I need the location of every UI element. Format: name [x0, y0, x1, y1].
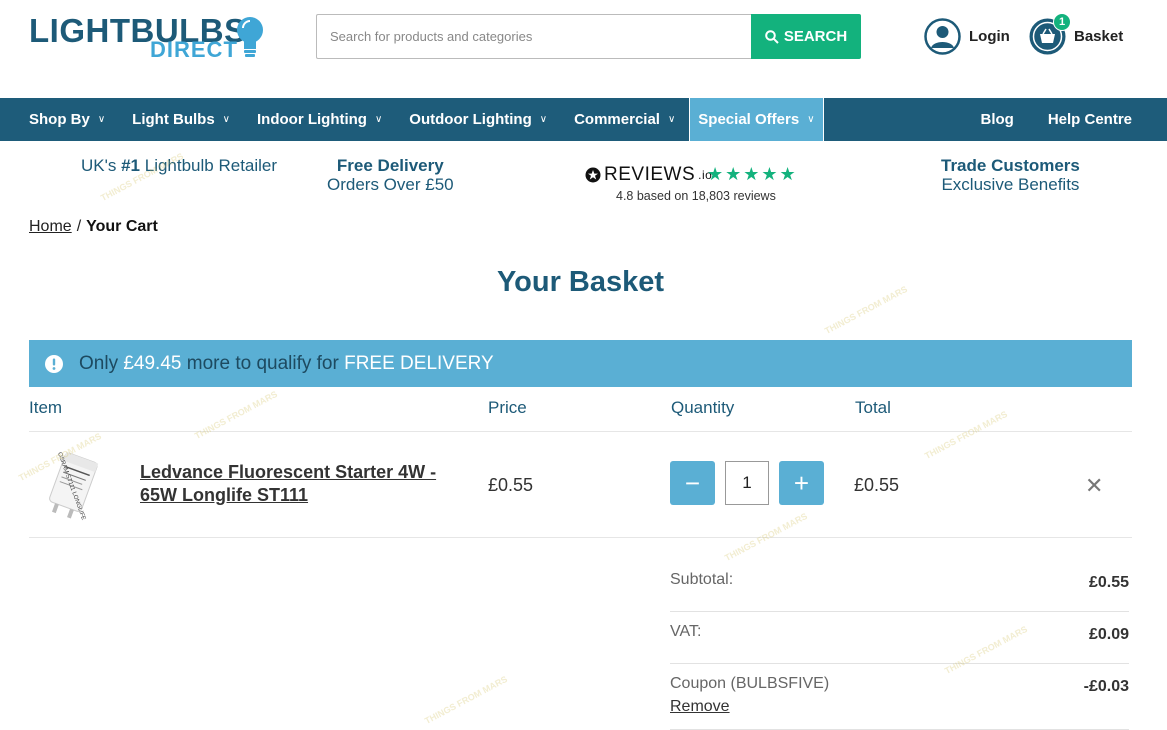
- coupon-label: Coupon (BULBSFIVE): [670, 675, 830, 692]
- site-header: LIGHTBULBS DIRECT SEARCH Login: [0, 0, 1167, 98]
- vat-label: VAT:: [670, 623, 702, 640]
- usp-trade-title: Trade Customers: [941, 156, 1080, 175]
- nav-special-offers-label: Special Offers: [698, 111, 800, 128]
- reviews-summary: 4.8 based on 18,803 reviews: [616, 189, 776, 203]
- reviews-brand: REVIEWS .io: [585, 164, 712, 186]
- main-nav: Shop By ∨ Light Bulbs ∨ Indoor Lighting ∨ O…: [0, 98, 1167, 141]
- usp-retailer-bold: #1: [121, 156, 141, 175]
- logo-line2: DIRECT: [150, 37, 238, 62]
- usp-delivery-title: Free Delivery: [336, 156, 444, 175]
- chevron-down-icon: ∨: [374, 114, 383, 125]
- usp-trade-sub: Exclusive Benefits: [941, 175, 1080, 194]
- increase-quantity-button[interactable]: +: [779, 461, 824, 505]
- rating-stars: ★★★★★: [707, 164, 798, 184]
- item-price: £0.55: [488, 475, 534, 495]
- nav-light-bulbs[interactable]: Light Bulbs ∨: [132, 98, 230, 141]
- product-thumbnail[interactable]: OSRAM ST111 LONGLIFE: [33, 448, 111, 524]
- breadcrumb: Home / Your Cart: [29, 218, 158, 236]
- basket-icon-wrap: 1: [1029, 13, 1071, 55]
- quantity-input[interactable]: [725, 461, 769, 505]
- usp-trade[interactable]: Trade Customers Exclusive Benefits: [941, 156, 1080, 194]
- exclamation-icon: [45, 354, 63, 373]
- search-button-label: SEARCH: [783, 28, 848, 45]
- watermark: THINGS FROM MARS: [423, 673, 509, 727]
- subtotal-label: Subtotal:: [670, 571, 734, 588]
- item-total: £0.55: [854, 475, 900, 495]
- product-name-line1: Ledvance Fluorescent Starter 4W -: [140, 462, 437, 482]
- coupon-value: -£0.03: [1083, 678, 1129, 695]
- search-button[interactable]: SEARCH: [751, 14, 861, 59]
- chevron-down-icon: ∨: [539, 114, 548, 125]
- notice-pre: Only: [79, 352, 124, 374]
- basket-link[interactable]: 1 Basket: [1029, 13, 1124, 55]
- usp-retailer-post: Lightbulb Retailer: [140, 156, 278, 175]
- notice-mid: more to qualify for: [181, 352, 345, 374]
- nav-shop-by-label: Shop By: [29, 111, 90, 128]
- login-link[interactable]: Login: [924, 18, 1010, 55]
- nav-special-offers[interactable]: Special Offers ∨: [689, 98, 824, 141]
- nav-help-centre[interactable]: Help Centre: [1048, 98, 1132, 141]
- chevron-down-icon: ∨: [222, 114, 230, 125]
- product-name-link[interactable]: Ledvance Fluorescent Starter 4W - 65W Lo…: [140, 461, 470, 507]
- site-logo[interactable]: LIGHTBULBS DIRECT: [29, 14, 264, 62]
- lightbulb-icon: [237, 17, 263, 57]
- star-badge-icon: [585, 167, 601, 183]
- reviews-brand-text: REVIEWS: [604, 164, 696, 185]
- decrease-quantity-button[interactable]: −: [670, 461, 715, 505]
- usp-retailer: UK's #1 Lightbulb Retailer: [81, 156, 277, 176]
- remove-item-close-icon[interactable]: ✕: [1085, 473, 1103, 499]
- chevron-down-icon: ∨: [807, 114, 815, 125]
- usp-retailer-pre: UK's: [81, 156, 122, 175]
- search-input[interactable]: [316, 14, 752, 59]
- nav-right: Blog Help Centre: [980, 98, 1132, 141]
- notice-free: FREE DELIVERY: [344, 352, 494, 374]
- order-summary: Subtotal: £0.55 VAT: £0.09 Coupon (BULBS…: [670, 560, 1129, 730]
- breadcrumb-current: Your Cart: [86, 218, 158, 235]
- nav-outdoor-lighting-label: Outdoor Lighting: [409, 111, 532, 128]
- column-quantity: Quantity: [671, 398, 735, 417]
- divider: [29, 537, 1132, 538]
- vat-value: £0.09: [1088, 626, 1129, 643]
- nav-light-bulbs-label: Light Bulbs: [132, 111, 215, 128]
- subtotal-value: £0.55: [1088, 574, 1129, 591]
- breadcrumb-separator: /: [76, 218, 82, 235]
- notice-amount: £49.45: [123, 352, 182, 374]
- nav-indoor-lighting-label: Indoor Lighting: [257, 111, 367, 128]
- usp-delivery-sub: Orders Over £50: [327, 175, 454, 194]
- nav-shop-by[interactable]: Shop By ∨: [29, 98, 105, 141]
- chevron-down-icon: ∨: [667, 114, 676, 125]
- nav-commercial[interactable]: Commercial ∨: [574, 98, 675, 141]
- login-label: Login: [969, 28, 1010, 45]
- page-title: Your Basket: [496, 266, 665, 298]
- minus-icon: −: [684, 467, 701, 498]
- free-delivery-notice: Only £49.45 more to qualify for FREE DEL…: [29, 340, 1132, 387]
- search-icon: [765, 29, 779, 44]
- reviews-widget[interactable]: REVIEWS .io ★★★★★ 4.8 based on 18,803 rev…: [585, 164, 796, 203]
- search-bar: SEARCH: [316, 14, 861, 59]
- nav-commercial-label: Commercial: [574, 111, 660, 128]
- column-total: Total: [855, 398, 891, 417]
- quantity-stepper: − +: [670, 461, 824, 505]
- chevron-down-icon: ∨: [97, 114, 106, 125]
- breadcrumb-home[interactable]: Home: [29, 218, 72, 236]
- summary-vat: VAT: £0.09: [670, 612, 1129, 664]
- usp-bar: UK's #1 Lightbulb Retailer Free Delivery…: [0, 141, 1167, 209]
- cart-row: OSRAM ST111 LONGLIFE Ledvance Fluorescen…: [29, 432, 1132, 537]
- product-name-line2: 65W Longlife ST111: [140, 485, 309, 505]
- usp-delivery: Free Delivery Orders Over £50: [327, 156, 454, 194]
- nav-outdoor-lighting[interactable]: Outdoor Lighting ∨: [409, 98, 547, 141]
- column-item: Item: [29, 398, 63, 417]
- summary-coupon: Coupon (BULBSFIVE) -£0.03 Remove: [670, 664, 1129, 730]
- column-price: Price: [488, 398, 527, 417]
- basket-label: Basket: [1074, 28, 1124, 45]
- summary-subtotal: Subtotal: £0.55: [670, 560, 1129, 612]
- remove-coupon-link[interactable]: Remove: [670, 698, 730, 716]
- user-icon: [924, 18, 961, 55]
- basket-count-badge: 1: [1053, 13, 1071, 31]
- nav-indoor-lighting[interactable]: Indoor Lighting ∨: [257, 98, 382, 141]
- plus-icon: +: [793, 467, 810, 498]
- nav-blog[interactable]: Blog: [980, 98, 1013, 141]
- notice-text: Only £49.45 more to qualify for FREE DEL…: [79, 353, 494, 375]
